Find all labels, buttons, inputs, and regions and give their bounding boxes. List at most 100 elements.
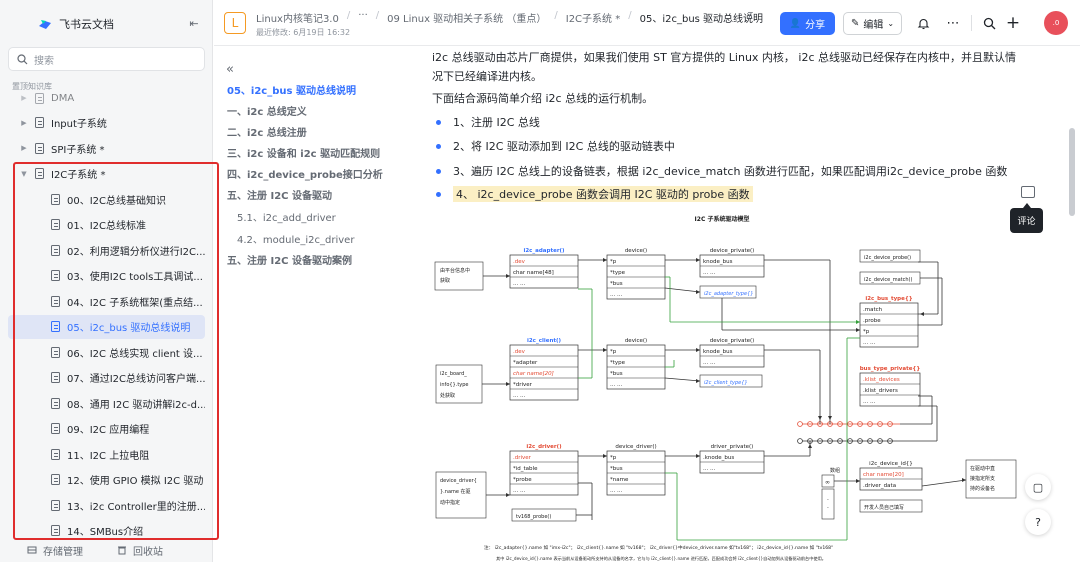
sidebar-item-label: 05、i2c_bus 驱动总线说明: [67, 323, 191, 334]
list-item: 2、将 I2C 驱动添加到 I2C 总线的驱动链表中: [432, 136, 675, 156]
storage-button[interactable]: 存储管理: [27, 543, 83, 558]
pin-icon[interactable]: ⊼: [747, 12, 754, 22]
user-plus-icon: 👤: [789, 18, 802, 29]
search-icon[interactable]: [980, 14, 998, 32]
sidebar-item-label: 09、I2C 应用编程: [67, 425, 150, 436]
search-icon: [17, 53, 28, 64]
wiki-logo-icon[interactable]: L: [224, 12, 246, 34]
trash-label: 回收站: [133, 546, 163, 558]
caret-right-icon[interactable]: ▶: [19, 119, 29, 127]
document-icon: [51, 270, 60, 281]
comment-icon[interactable]: [1021, 186, 1035, 198]
sidebar-item[interactable]: ▶ Input子系统: [8, 111, 205, 135]
sidebar-collapse-icon[interactable]: ⇤: [186, 15, 202, 31]
list-item-text: 2、将 I2C 驱动添加到 I2C 总线的驱动链表中: [453, 140, 675, 153]
i2c-driver-model-diagram: I2C 子系统驱动模型 由平台信息中 获取 i2c_board_ info{}.type…: [432, 210, 1022, 562]
device-driver-field: *bus: [610, 466, 623, 472]
toc-item[interactable]: 5.1、i2c_add_driver: [237, 209, 336, 224]
add-icon[interactable]: +: [1004, 13, 1022, 33]
diagram-title: I2C 子系统驱动模型: [695, 215, 750, 223]
document-icon: [51, 448, 60, 460]
breadcrumb-current[interactable]: 05、i2c_bus 驱动总线说明: [640, 10, 763, 25]
sidebar-item[interactable]: 12、使用 GPIO 模拟 I2C 驱动: [8, 468, 205, 492]
arrowhead: [603, 454, 607, 458]
breadcrumb-item[interactable]: Linux内核笔记3.0: [256, 10, 339, 25]
client-type-label: i2c_client_type{}: [704, 380, 748, 386]
more-icon[interactable]: ⋯: [944, 14, 962, 32]
trash-button[interactable]: 回收站: [117, 543, 163, 558]
toc-item[interactable]: 二、i2c 总线注册: [227, 124, 307, 139]
i2c-adapter-field: ... ...: [513, 281, 525, 287]
document-icon: [51, 525, 60, 536]
i2c-client-field: ... ...: [513, 393, 525, 399]
search-input[interactable]: 搜索: [8, 47, 205, 71]
avatar[interactable]: .0: [1044, 11, 1068, 35]
sidebar-item[interactable]: ▶ SPI子系统 *: [8, 136, 205, 160]
sidebar-item[interactable]: 03、使用I2C tools工具调试...: [8, 264, 205, 288]
caret-right-icon[interactable]: ▶: [19, 94, 29, 102]
note-box: [434, 261, 484, 291]
toc-collapse-icon[interactable]: «: [226, 62, 234, 77]
sidebar-item[interactable]: 00、I2C总线基础知识: [8, 187, 205, 211]
brand[interactable]: 飞书云文档: [38, 16, 114, 32]
highlighted-text: 4、 i2c_device_probe 函数会调用 I2C 驱动的 probe …: [453, 186, 753, 202]
device-1-field: *bus: [610, 281, 623, 287]
sidebar-item-label: 06、I2C 总线实现 client 设...: [67, 348, 203, 360]
breadcrumb-item[interactable]: I2C子系统 *: [566, 10, 620, 25]
sidebar-item[interactable]: 13、i2c Controller里的注册...: [8, 493, 205, 517]
sidebar-item[interactable]: 11、I2C 上拉电阻: [8, 442, 205, 466]
sidebar-item[interactable]: 05、i2c_bus 驱动总线说明: [8, 314, 205, 339]
bell-icon[interactable]: [914, 14, 932, 32]
outline-icon[interactable]: ▢: [1025, 474, 1051, 500]
scrollbar[interactable]: [1069, 128, 1075, 216]
note-text: 处获取: [440, 392, 455, 399]
toc-item[interactable]: 五、注册 I2C 设备驱动: [227, 187, 332, 202]
sidebar-item-label: Input子系统: [51, 119, 107, 130]
sidebar-item[interactable]: 07、通过I2C总线访问客户端...: [8, 366, 205, 390]
sidebar-item-label: 02、利用逻辑分析仪进行I2C...: [67, 246, 205, 258]
arrowhead: [828, 416, 832, 420]
toc-item[interactable]: 五、注册 I2C 设备驱动案例: [227, 252, 352, 267]
toc-item[interactable]: 05、i2c_bus 驱动总线说明: [227, 82, 356, 97]
arrowhead: [696, 454, 700, 458]
sidebar-item[interactable]: 06、I2C 总线实现 client 设...: [8, 340, 205, 364]
sidebar-item[interactable]: 08、通用 I2C 驱动讲解i2c-d...: [8, 391, 205, 415]
connector-line: [921, 479, 967, 487]
sidebar-item[interactable]: ▶ DMA: [8, 91, 205, 105]
arrowhead: [603, 258, 607, 262]
list-node-red: [797, 421, 803, 427]
toc-item[interactable]: 4.2、module_i2c_driver: [237, 231, 354, 246]
toc-item[interactable]: 四、i2c_device_probe接口分析: [227, 166, 383, 181]
arrowhead: [808, 444, 812, 448]
share-button[interactable]: 👤 分享: [780, 12, 835, 35]
toc-item[interactable]: 一、i2c 总线定义: [227, 103, 307, 118]
device-private-1-field: ... ...: [703, 270, 715, 276]
paragraph: 下面结合源码简单介绍 i2c 总线的运行机制。: [432, 92, 654, 105]
breadcrumb-more[interactable]: ···: [358, 10, 368, 25]
breadcrumb-item[interactable]: 09 Linux 驱动相关子系统 （重点）: [387, 10, 546, 25]
help-icon[interactable]: ?: [1025, 509, 1051, 535]
toc-item[interactable]: 三、i2c 设备和 i2c 驱动匹配规则: [227, 145, 380, 160]
i2c-driver-field: ... ...: [513, 488, 525, 494]
caret-down-icon[interactable]: ▼: [19, 170, 29, 178]
sidebar-item[interactable]: 09、I2C 应用编程: [8, 417, 205, 441]
sidebar-item-label: 12、使用 GPIO 模拟 I2C 驱动: [67, 476, 204, 487]
list-item: 1、注册 I2C 总线: [432, 112, 540, 132]
edit-mode-button[interactable]: ✎ 编辑 ⌄: [843, 12, 902, 35]
note-text: info{}.type: [440, 382, 469, 388]
i2c-adapter-title: i2c_adapter(): [523, 248, 565, 254]
caret-right-icon[interactable]: ▶: [19, 144, 29, 152]
sidebar-item[interactable]: 04、I2C 子系统框架(重点结...: [8, 289, 205, 313]
sidebar-item-label: DMA: [51, 92, 75, 104]
i2c-client-field: *driver: [513, 382, 533, 388]
sidebar-item[interactable]: 01、I2C总线标准: [8, 213, 205, 237]
device-id-note: 开发人员自己填写: [864, 504, 904, 511]
sidebar-item[interactable]: ▼ I2C子系统 *: [8, 162, 205, 186]
share-label: 分享: [805, 20, 826, 31]
list-item-text: 1、注册 I2C 总线: [453, 116, 540, 129]
arrowhead: [696, 258, 700, 262]
trash-icon: [118, 546, 126, 555]
sidebar-item[interactable]: 02、利用逻辑分析仪进行I2C...: [8, 238, 205, 262]
device-private-2-field: knode_bus: [703, 349, 733, 355]
list-node: [797, 438, 803, 444]
